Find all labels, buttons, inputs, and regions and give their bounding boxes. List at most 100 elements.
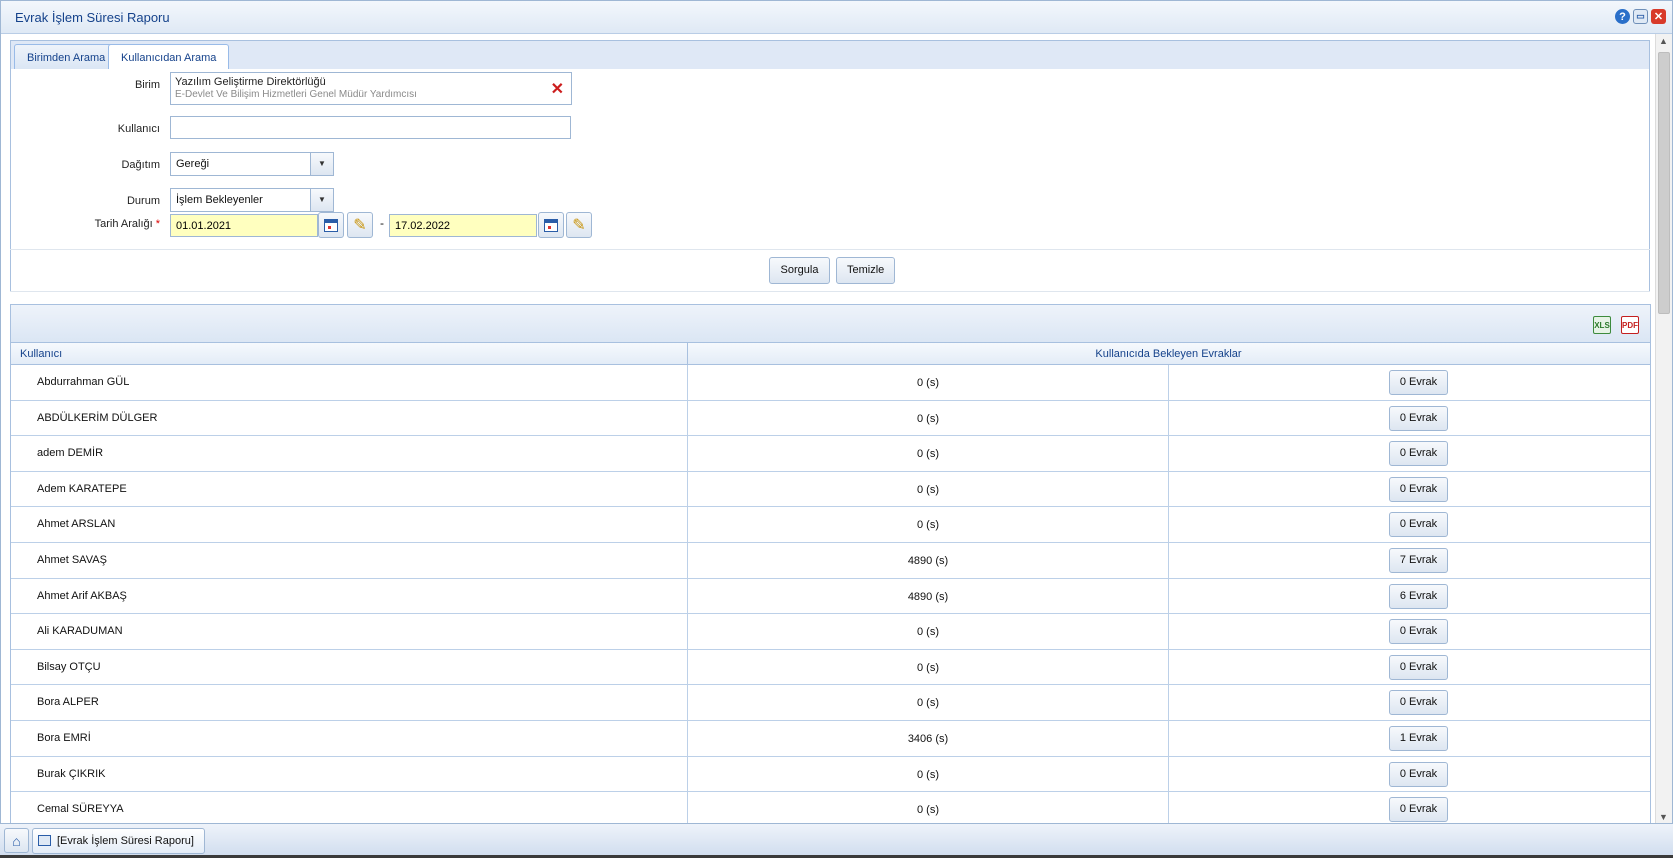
table-row: Bora EMRİ 3406 (s) 1 Evrak	[11, 720, 1650, 757]
durum-label: Durum	[126, 195, 160, 207]
evrak-count-button[interactable]: 6 Evrak	[1389, 583, 1448, 609]
window-icon	[38, 835, 51, 846]
birim-field[interactable]: Yazılım Geliştirme Direktörlüğü E-Devlet…	[170, 72, 572, 105]
end-clear-button[interactable]: ✎	[566, 212, 592, 238]
grid-rows: Abdurrahman GÜL 0 (s) 0 Evrak ABDÜLKERİM D…	[11, 365, 1650, 823]
table-row: Ahmet SAVAŞ 4890 (s) 7 Evrak	[11, 542, 1650, 579]
taskbar-item[interactable]: [Evrak İşlem Süresi Raporu]	[32, 828, 205, 854]
sorgula-button[interactable]: Sorgula	[769, 257, 830, 284]
duration: 0 (s)	[687, 614, 1168, 651]
end-calendar-button[interactable]	[538, 212, 564, 238]
user-name: Ahmet SAVAŞ	[37, 553, 107, 566]
table-row: Burak ÇIKRIK 0 (s) 0 Evrak	[11, 756, 1650, 793]
required-mark: *	[155, 218, 160, 230]
evrak-count-button[interactable]: 0 Evrak	[1389, 512, 1448, 538]
user-name: Bora EMRİ	[37, 731, 91, 744]
evrak-count-button[interactable]: 0 Evrak	[1389, 654, 1448, 680]
vertical-scrollbar[interactable]: ▲ ▼	[1655, 34, 1672, 824]
durum-value: İşlem Bekleyenler	[176, 194, 263, 206]
scroll-up-icon[interactable]: ▲	[1659, 36, 1668, 46]
start-date-input[interactable]	[170, 214, 318, 237]
kullanici-label: Kullanıcı	[117, 123, 160, 135]
duration: 0 (s)	[687, 685, 1168, 722]
duration: 4890 (s)	[687, 542, 1168, 579]
pdf-export-icon[interactable]: PDF	[1621, 316, 1639, 334]
user-name: Adem KARATEPE	[37, 482, 127, 495]
evrak-count-button[interactable]: 7 Evrak	[1389, 547, 1448, 573]
user-name: Cemal SÜREYYA	[37, 803, 124, 816]
duration: 0 (s)	[687, 436, 1168, 473]
column-header-user[interactable]: Kullanıcı	[20, 348, 62, 360]
taskbar: ⌂ [Evrak İşlem Süresi Raporu]	[0, 823, 1673, 858]
excel-export-icon[interactable]: XLS	[1593, 316, 1611, 334]
table-row: Adem KARATEPE 0 (s) 0 Evrak	[11, 471, 1650, 508]
search-tabs: Birimden Arama Kullanıcıdan Arama	[10, 40, 1650, 72]
dagitim-dropdown-icon[interactable]: ▼	[310, 153, 333, 175]
start-clear-button[interactable]: ✎	[347, 212, 373, 238]
table-row: Ahmet ARSLAN 0 (s) 0 Evrak	[11, 507, 1650, 544]
report-window: Evrak İşlem Süresi Raporu ? ▭ ✕ Birimden…	[0, 0, 1673, 824]
user-name: Abdurrahman GÜL	[37, 376, 130, 388]
table-row: ABDÜLKERİM DÜLGER 0 (s) 0 Evrak	[11, 400, 1650, 437]
dagitim-value: Gereği	[176, 158, 210, 170]
scroll-down-icon[interactable]: ▼	[1659, 812, 1668, 822]
durum-dropdown-icon[interactable]: ▼	[310, 189, 333, 211]
grid-header: Kullanıcı Kullanıcıda Bekleyen Evraklar	[11, 343, 1650, 365]
date-range-dash: -	[380, 216, 384, 230]
evrak-count-button[interactable]: 0 Evrak	[1389, 405, 1448, 431]
evrak-count-button[interactable]: 0 Evrak	[1389, 690, 1448, 716]
grid-toolbar: XLS PDF	[11, 305, 1650, 343]
results-grid: XLS PDF Kullanıcı Kullanıcıda Bekleyen E…	[10, 304, 1651, 824]
table-row: Abdurrahman GÜL 0 (s) 0 Evrak	[11, 365, 1650, 401]
birim-sub-text: E-Devlet Ve Bilişim Hizmetleri Genel Müd…	[175, 89, 417, 100]
duration: 0 (s)	[687, 365, 1168, 401]
title-bar: Evrak İşlem Süresi Raporu ? ▭ ✕	[1, 1, 1672, 34]
duration: 0 (s)	[687, 649, 1168, 686]
evrak-count-button[interactable]: 0 Evrak	[1389, 797, 1448, 823]
kullanici-input[interactable]	[170, 116, 571, 139]
duration: 3406 (s)	[687, 720, 1168, 757]
close-icon[interactable]: ✕	[1651, 9, 1666, 24]
user-name: Bilsay OTÇU	[37, 660, 101, 673]
user-name: Bora ALPER	[37, 696, 99, 709]
window-title: Evrak İşlem Süresi Raporu	[15, 10, 170, 25]
column-header-waiting[interactable]: Kullanıcıda Bekleyen Evraklar	[687, 348, 1650, 360]
end-date-input[interactable]	[389, 214, 537, 237]
scrollbar-thumb[interactable]	[1658, 52, 1670, 314]
duration: 0 (s)	[687, 471, 1168, 508]
dagitim-label: Dağıtım	[121, 159, 160, 171]
duration: 4890 (s)	[687, 578, 1168, 615]
user-name: Ahmet Arif AKBAŞ	[37, 589, 127, 602]
user-name: Burak ÇIKRIK	[37, 767, 106, 780]
table-row: Bilsay OTÇU 0 (s) 0 Evrak	[11, 649, 1650, 686]
evrak-count-button[interactable]: 0 Evrak	[1389, 761, 1448, 787]
user-name: Ali KARADUMAN	[37, 625, 123, 638]
user-name: ABDÜLKERİM DÜLGER	[37, 411, 158, 424]
birim-main-text: Yazılım Geliştirme Direktörlüğü	[175, 76, 326, 88]
dagitim-select[interactable]: Gereği ▼	[170, 152, 334, 176]
tab-birimden-arama[interactable]: Birimden Arama	[14, 44, 119, 71]
broom-icon: ✎	[353, 217, 367, 234]
evrak-count-button[interactable]: 0 Evrak	[1389, 370, 1448, 395]
tarih-label: Tarih Aralığı *	[94, 218, 160, 230]
duration: 0 (s)	[687, 400, 1168, 437]
birim-label: Birim	[134, 79, 160, 91]
evrak-count-button[interactable]: 1 Evrak	[1389, 725, 1448, 751]
calendar-icon	[324, 218, 338, 232]
temizle-button[interactable]: Temizle	[836, 257, 895, 284]
evrak-count-button[interactable]: 0 Evrak	[1389, 441, 1448, 467]
evrak-count-button[interactable]: 0 Evrak	[1389, 476, 1448, 502]
table-row: Ahmet Arif AKBAŞ 4890 (s) 6 Evrak	[11, 578, 1650, 615]
calendar-icon	[544, 218, 558, 232]
help-icon[interactable]: ?	[1615, 9, 1630, 24]
tab-kullanicidan-arama[interactable]: Kullanıcıdan Arama	[108, 44, 230, 72]
restore-icon[interactable]: ▭	[1633, 9, 1648, 24]
home-icon[interactable]: ⌂	[4, 828, 29, 853]
evrak-count-button[interactable]: 0 Evrak	[1389, 619, 1448, 645]
duration: 0 (s)	[687, 507, 1168, 544]
user-name: Ahmet ARSLAN	[37, 518, 116, 531]
durum-select[interactable]: İşlem Bekleyenler ▼	[170, 188, 334, 212]
start-calendar-button[interactable]	[318, 212, 344, 238]
duration: 0 (s)	[687, 792, 1168, 823]
clear-birim-icon[interactable]: ✕	[551, 79, 564, 99]
